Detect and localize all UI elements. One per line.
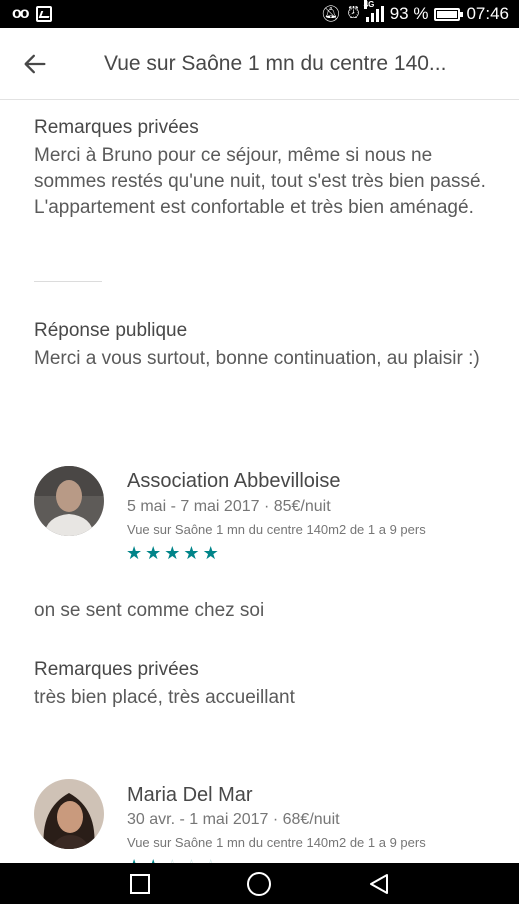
page-title: Vue sur Saône 1 mn du centre 140... <box>104 51 447 75</box>
status-bar: oo 🔕︎ ⏰︎ 4G 93 % 07:46 <box>0 0 519 28</box>
private-remarks-title: Remarques privées <box>34 659 199 680</box>
private-remarks-text: Merci à Bruno pour ce séjour, même si no… <box>34 145 486 218</box>
private-remarks-title: Remarques privées <box>34 117 199 138</box>
public-response-title: Réponse publique <box>34 320 188 341</box>
avatar-photo-icon <box>34 466 104 536</box>
image-notification-icon <box>35 6 52 22</box>
star-icon: ★ <box>145 543 162 563</box>
star-icon: ★ <box>126 543 143 563</box>
stay-dates: 30 avr. - 1 mai 2017 · 68€/nuit <box>127 811 340 828</box>
stay-dates: 5 mai - 7 mai 2017 · 85€/nuit <box>127 498 331 515</box>
battery-icon <box>434 7 464 21</box>
circle-icon <box>247 871 272 896</box>
clock: 07:46 <box>466 4 509 23</box>
star-rating: ★ ★ ★ ★ ★ <box>126 544 219 562</box>
avatar[interactable] <box>34 779 104 849</box>
private-remarks-text: très bien placé, très accueillant <box>34 687 295 708</box>
system-nav-bar <box>0 863 519 904</box>
back-button[interactable] <box>0 28 70 100</box>
review-comment: on se sent comme chez soi <box>34 600 265 621</box>
vibrate-off-icon: 🔕︎ <box>320 6 342 23</box>
divider <box>34 281 102 282</box>
battery-percent: 93 % <box>389 4 429 23</box>
reviewer-name[interactable]: Maria Del Mar <box>127 784 253 807</box>
signal-icon: 4G <box>363 0 384 22</box>
back-nav-button[interactable] <box>359 869 399 899</box>
avatar[interactable] <box>34 466 104 536</box>
square-icon <box>129 873 150 894</box>
arrow-left-icon <box>24 54 46 73</box>
public-response-text: Merci a vous surtout, bonne continuation… <box>34 348 480 369</box>
listing-name: Vue sur Saône 1 mn du centre 140m2 de 1 … <box>127 835 426 850</box>
triangle-back-icon <box>370 873 389 894</box>
avatar-photo-icon <box>34 779 104 849</box>
star-icon: ★ <box>164 543 181 563</box>
network-type: 4G <box>363 0 375 9</box>
listing-name: Vue sur Saône 1 mn du centre 140m2 de 1 … <box>127 522 426 537</box>
home-button[interactable] <box>239 869 279 899</box>
app-header: Vue sur Saône 1 mn du centre 140... <box>0 28 519 100</box>
star-icon: ★ <box>202 543 219 563</box>
reviews-content[interactable]: Remarques privées Merci à Bruno pour ce … <box>0 101 519 863</box>
recents-button[interactable] <box>120 869 160 899</box>
alarm-icon: ⏰︎ <box>347 5 360 22</box>
voicemail-icon: oo <box>12 5 29 22</box>
star-icon: ★ <box>183 543 200 563</box>
reviewer-name[interactable]: Association Abbevilloise <box>127 470 340 493</box>
